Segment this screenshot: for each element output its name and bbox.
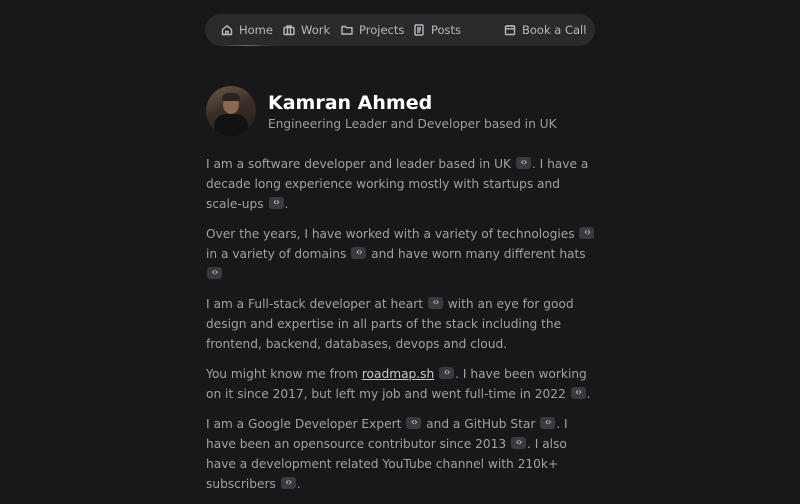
code-icon[interactable] [579, 223, 595, 243]
avatar [206, 86, 256, 136]
bio-paragraph: I am a software developer and leader bas… [206, 153, 598, 214]
profile-header: Kamran Ahmed Engineering Leader and Deve… [206, 86, 557, 136]
code-icon[interactable] [570, 383, 586, 403]
nav-projects-label: Projects [359, 23, 405, 37]
home-icon [221, 24, 233, 36]
book-call-label: Book a Call [522, 23, 587, 37]
nav-home-label: Home [239, 23, 273, 37]
profile-name: Kamran Ahmed [268, 92, 433, 114]
code-icon[interactable] [207, 263, 222, 283]
code-icon[interactable] [515, 153, 531, 173]
code-icon[interactable] [280, 473, 296, 493]
nav-home[interactable]: Home [221, 14, 273, 46]
document-icon [414, 24, 424, 36]
bio-paragraph: I am a Google Developer Expert and a Git… [206, 413, 598, 494]
roadmap-link[interactable]: roadmap.sh [362, 367, 434, 381]
code-icon[interactable] [427, 293, 443, 313]
code-icon[interactable] [540, 413, 556, 433]
calendar-icon [504, 25, 516, 36]
briefcase-icon [283, 25, 295, 36]
nav-posts[interactable]: Posts [413, 14, 461, 46]
nav-work-label: Work [301, 23, 331, 37]
bio-paragraph: You might know me from roadmap.sh . I ha… [206, 363, 598, 404]
nav-projects[interactable]: Projects [341, 14, 404, 46]
nav-posts-label: Posts [431, 23, 462, 37]
bio-content: I am a software developer and leader bas… [206, 153, 598, 504]
bio-paragraph: Over the years, I have worked with a var… [206, 223, 598, 284]
folder-icon [341, 25, 353, 35]
top-navigation: Home Work Projects Posts Book a Call [205, 14, 595, 46]
code-icon[interactable] [351, 243, 367, 263]
code-icon[interactable] [439, 363, 455, 383]
profile-tagline: Engineering Leader and Developer based i… [268, 117, 557, 131]
bio-paragraph: I am a Full-stack developer at heart wit… [206, 293, 598, 354]
book-call-button[interactable]: Book a Call [504, 14, 586, 46]
nav-work[interactable]: Work [283, 14, 330, 46]
code-icon[interactable] [511, 433, 526, 453]
code-icon[interactable] [406, 413, 422, 433]
code-icon[interactable] [268, 193, 284, 213]
